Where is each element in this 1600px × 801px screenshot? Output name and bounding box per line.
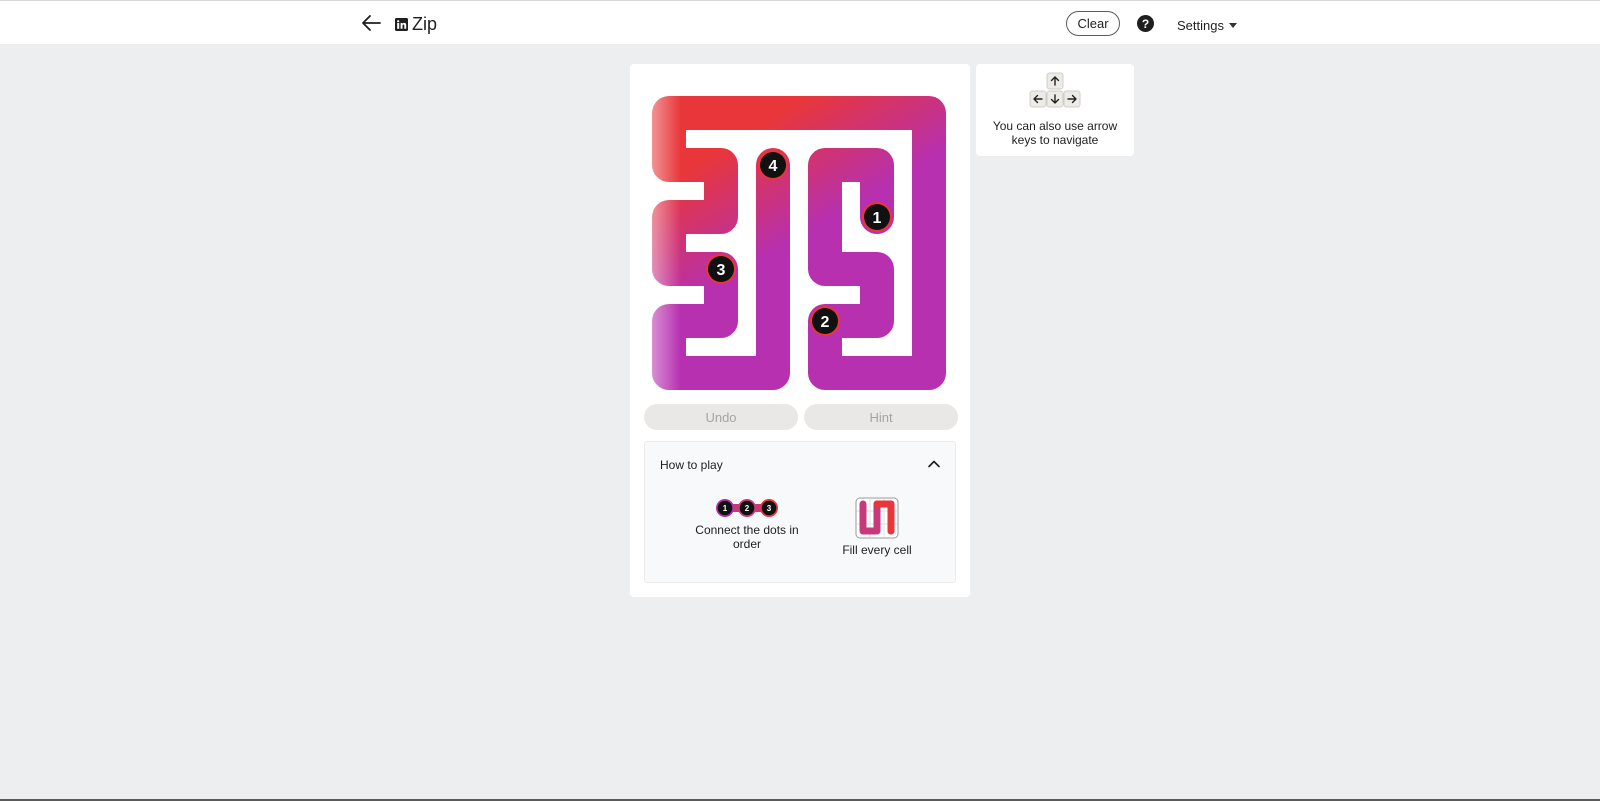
help-icon[interactable]: ? [1137,15,1154,32]
hint-button[interactable]: Hint [804,404,958,430]
how-to-play-panel: How to play 1 2 3 Connect the dots in or… [644,441,956,583]
undo-button[interactable]: Undo [644,404,798,430]
caret-down-icon [1228,23,1237,28]
dot-label: 1 [873,210,882,227]
arrow-left-icon [362,15,381,31]
back-button[interactable] [360,12,384,34]
connect-dots-label: Connect the dots in order [695,523,799,551]
how-to-play-title: How to play [660,458,723,472]
path-layer [652,96,946,390]
chevron-up-icon [928,460,940,468]
app-logo: Zip [395,13,437,35]
connect-dots-icon: 1 2 3 [716,499,778,517]
puzzle-dot[interactable]: 1 [862,202,892,232]
left-fade [643,76,681,396]
fill-cells-instruction: Fill every cell [817,497,937,557]
settings-dropdown[interactable]: Settings [1177,16,1237,34]
dot-label: 4 [769,158,778,175]
puzzle-board[interactable]: 1 2 3 4 [643,76,957,396]
game-panel: 1234 Undo Hint How to play 1 2 3 Connect… [630,64,970,597]
dot-label: 2 [821,314,830,331]
fill-cells-label: Fill every cell [842,543,912,557]
solution-path [652,96,946,390]
keyboard-hint-text: You can also use arrow keys to navigate [992,119,1118,147]
top-bar: Zip Clear ? Settings [0,0,1600,44]
connect-dot-label: 1 [723,504,728,513]
dot-label: 3 [717,262,726,279]
settings-label: Settings [1177,17,1224,33]
connect-dot-label: 3 [767,504,772,513]
keyboard-hint-card: You can also use arrow keys to navigate [976,64,1134,156]
connect-dot-label: 2 [745,504,750,513]
clear-button[interactable]: Clear [1066,11,1120,36]
puzzle-dot[interactable]: 4 [758,150,788,180]
puzzle-dot[interactable]: 3 [706,254,736,284]
linkedin-icon [395,17,408,31]
connect-dots-instruction: 1 2 3 Connect the dots in order [687,497,807,551]
how-to-play-toggle[interactable]: How to play [645,442,955,486]
app-title: Zip [412,13,438,34]
arrow-keys-icon [1029,72,1081,108]
puzzle-dot[interactable]: 2 [810,306,840,336]
fill-grid-icon [855,497,899,539]
